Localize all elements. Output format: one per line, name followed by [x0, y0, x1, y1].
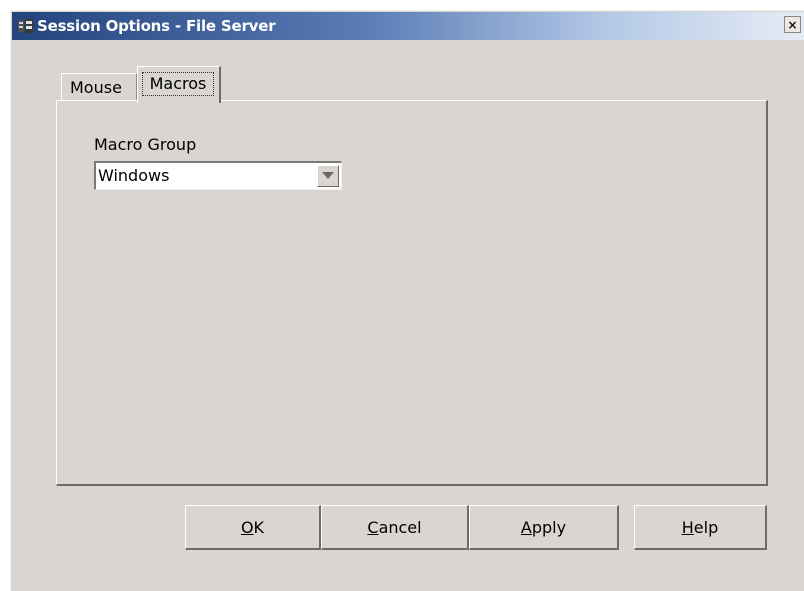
cancel-mnemonic: C: [367, 517, 379, 537]
dropdown-button[interactable]: [317, 165, 339, 187]
cancel-button[interactable]: Cancel: [321, 505, 469, 550]
ok-mnemonic: O: [240, 517, 254, 537]
ok-label-rest: K: [253, 517, 265, 537]
tab-macros-label: Macros: [142, 72, 214, 96]
ok-button[interactable]: OK: [185, 505, 321, 550]
help-mnemonic: H: [681, 517, 694, 537]
macro-group-dropdown[interactable]: Windows: [94, 161, 342, 190]
app-window-icon: [18, 19, 33, 33]
macro-group-selected-value: Windows: [98, 166, 170, 185]
close-button[interactable]: ×: [784, 16, 801, 33]
tab-mouse[interactable]: Mouse: [61, 73, 137, 101]
apply-button[interactable]: Apply: [469, 505, 619, 550]
apply-label-rest: pply: [531, 517, 567, 537]
macro-group-label: Macro Group: [94, 135, 197, 154]
window-title: Session Options - File Server: [37, 17, 276, 35]
chevron-down-icon: [322, 172, 334, 179]
help-label-rest: elp: [693, 517, 719, 537]
macros-tab-panel: Macro Group Windows: [56, 100, 768, 486]
cancel-label-rest: ancel: [378, 517, 422, 537]
apply-mnemonic: A: [520, 517, 532, 537]
session-options-dialog: Session Options - File Server × Mouse Ma…: [10, 10, 804, 591]
help-button[interactable]: Help: [634, 505, 767, 550]
close-icon: ×: [787, 17, 798, 32]
tab-mouse-label: Mouse: [70, 78, 122, 97]
title-bar[interactable]: Session Options - File Server ×: [12, 12, 804, 40]
tab-macros[interactable]: Macros: [137, 66, 221, 103]
